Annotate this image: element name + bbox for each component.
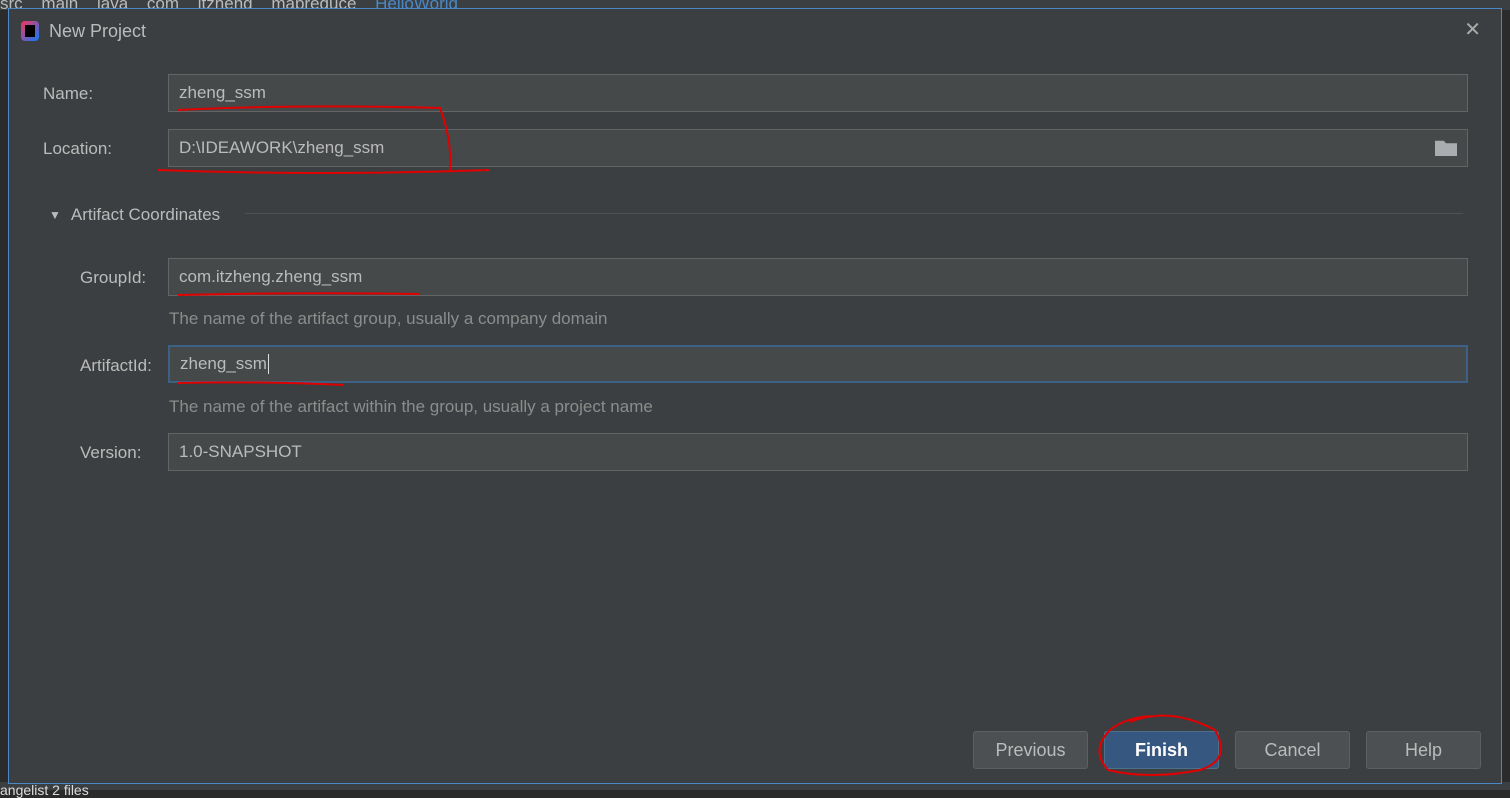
close-icon[interactable]: ✕ (1464, 17, 1481, 42)
version-input[interactable]: 1.0-SNAPSHOT (168, 433, 1468, 471)
name-value: zheng_ssm (179, 83, 266, 102)
artifact-coordinates-toggle[interactable]: ▼ Artifact Coordinates (49, 205, 220, 225)
name-input[interactable]: zheng_ssm (168, 74, 1468, 112)
previous-button[interactable]: Previous (973, 731, 1088, 769)
version-value: 1.0-SNAPSHOT (179, 442, 302, 461)
dialog-title: New Project (49, 20, 147, 41)
location-input[interactable]: D:\IDEAWORK\zheng_ssm (168, 129, 1468, 167)
status-text: angelist 2 files (0, 782, 89, 798)
intellij-logo-icon (21, 21, 39, 41)
folder-icon[interactable] (1435, 140, 1457, 156)
help-button[interactable]: Help (1366, 731, 1481, 769)
dialog-title-bar: New Project (21, 19, 146, 43)
name-label: Name: (43, 84, 94, 103)
groupid-value: com.itzheng.zheng_ssm (179, 267, 363, 286)
section-title: Artifact Coordinates (70, 205, 221, 224)
location-label: Location: (43, 139, 112, 158)
artifactid-hint: The name of the artifact within the grou… (169, 397, 653, 416)
artifactid-input[interactable]: zheng_ssm (168, 345, 1468, 383)
artifactid-label: ArtifactId: (80, 356, 152, 375)
finish-button[interactable]: Finish (1104, 731, 1219, 769)
triangle-down-icon: ▼ (49, 208, 61, 222)
new-project-dialog: New Project ✕ Name: zheng_ssm Location: … (8, 8, 1502, 784)
groupid-hint: The name of the artifact group, usually … (169, 309, 608, 328)
artifactid-value: zheng_ssm (180, 354, 269, 374)
cancel-button[interactable]: Cancel (1235, 731, 1350, 769)
location-value: D:\IDEAWORK\zheng_ssm (179, 138, 385, 157)
section-divider (245, 213, 1463, 214)
groupid-label: GroupId: (80, 268, 147, 287)
groupid-input[interactable]: com.itzheng.zheng_ssm (168, 258, 1468, 296)
version-label: Version: (80, 443, 142, 462)
